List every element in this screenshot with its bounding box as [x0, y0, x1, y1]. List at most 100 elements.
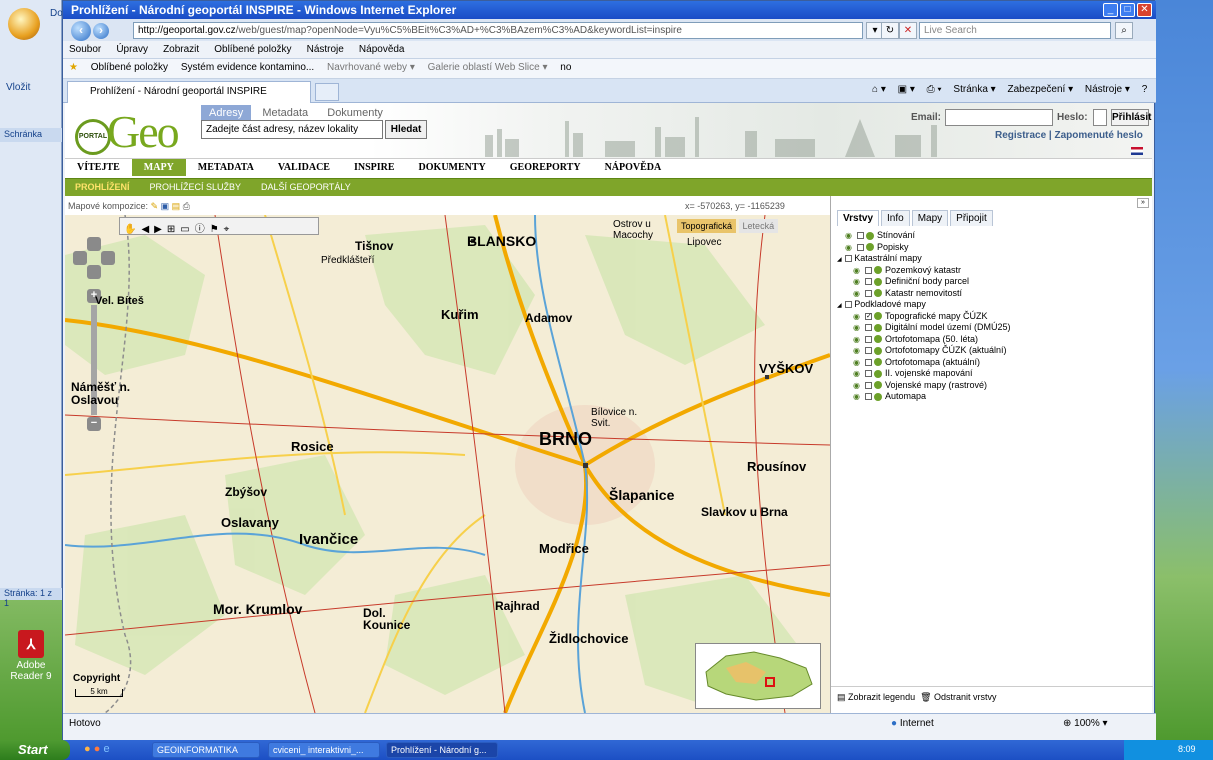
layer-checkbox[interactable]: [857, 232, 864, 240]
back-icon[interactable]: ◀: [141, 224, 154, 235]
refresh-icon[interactable]: ↻: [881, 22, 899, 39]
address-search-input[interactable]: Zadejte část adresy, název lokality: [201, 120, 383, 139]
menu-favorites[interactable]: Oblíbené položky: [214, 44, 291, 55]
address-bar[interactable]: http://geoportal.gov.cz/web/guest/map?op…: [133, 22, 863, 39]
visibility-icon[interactable]: ◉: [853, 312, 863, 321]
password-field[interactable]: [1093, 109, 1107, 126]
english-flag-icon[interactable]: [1131, 147, 1143, 155]
geoportal-logo[interactable]: PORTAL Geo: [75, 106, 195, 157]
favorites-item[interactable]: Systém evidence kontamino...: [181, 62, 314, 73]
tab-layers[interactable]: Vrstvy: [837, 210, 880, 226]
home-icon[interactable]: ⌂ ▾: [872, 84, 886, 95]
subnav-browse[interactable]: PROHLÍŽENÍ: [65, 179, 140, 195]
menu-view[interactable]: Zobrazit: [163, 44, 199, 55]
print-icon[interactable]: ⎙ ▾: [927, 84, 942, 95]
layer-item[interactable]: ◉ Katastr nemovitostí: [837, 288, 1137, 300]
forward-icon[interactable]: ▶: [154, 224, 167, 235]
layer-item[interactable]: ◉ Digitální model území (DMÚ25): [837, 322, 1137, 334]
visibility-icon[interactable]: ◉: [853, 289, 863, 298]
nav-validation[interactable]: VALIDACE: [266, 159, 342, 176]
layer-item[interactable]: ◉ Definiční body parcel: [837, 276, 1137, 288]
star-icon[interactable]: ★: [69, 62, 78, 73]
minimize-button[interactable]: _: [1103, 3, 1118, 17]
forgot-password-link[interactable]: Zapomenuté heslo: [1055, 130, 1143, 141]
adobe-reader-desktop-icon[interactable]: ⅄ Adobe Reader 9: [6, 630, 56, 682]
favorites-item[interactable]: no: [560, 62, 571, 73]
forward-button[interactable]: ›: [93, 23, 109, 39]
layer-item[interactable]: ◉ ✓ Topografické mapy ČÚZK: [837, 311, 1137, 323]
browser-tab[interactable]: Prohlížení - Národní geoportál INSPIRE: [67, 81, 311, 103]
page-menu[interactable]: Stránka ▾: [953, 84, 995, 95]
nav-help[interactable]: NÁPOVĚDA: [593, 159, 674, 176]
office-button[interactable]: [8, 8, 40, 40]
basemap-aerial[interactable]: Letecká: [738, 219, 779, 233]
layer-item[interactable]: ◉ Ortofotomapy ČÚZK (aktuální): [837, 345, 1137, 357]
layer-item[interactable]: ◉ Pozemkový katastr: [837, 265, 1137, 277]
safety-menu[interactable]: Zabezpečení ▾: [1007, 84, 1073, 95]
ie-icon[interactable]: e: [103, 743, 109, 755]
layer-checkbox[interactable]: [845, 255, 853, 263]
layer-checkbox[interactable]: [865, 358, 872, 366]
zoom-box-icon[interactable]: ▭: [180, 224, 194, 235]
paste-button[interactable]: Vložit: [6, 82, 30, 93]
feeds-icon[interactable]: ▣ ▾: [898, 84, 915, 95]
pan-right-button[interactable]: [101, 251, 115, 265]
taskbar-item[interactable]: GEOINFORMATIKA: [152, 742, 260, 758]
stop-icon[interactable]: ✕: [899, 22, 917, 39]
new-tab-button[interactable]: [315, 83, 339, 101]
live-search-input[interactable]: Live Search: [919, 22, 1111, 39]
quick-launch-icon[interactable]: ●: [84, 743, 91, 755]
favorites-item[interactable]: Oblíbené položky: [91, 62, 168, 73]
visibility-icon[interactable]: ◉: [853, 266, 863, 275]
layer-item[interactable]: ◉ Vojenské mapy (rastrové): [837, 380, 1137, 392]
nav-documents[interactable]: DOKUMENTY: [407, 159, 498, 176]
close-button[interactable]: ✕: [1137, 3, 1152, 17]
nav-inspire[interactable]: INSPIRE: [342, 159, 407, 176]
visibility-icon[interactable]: ◉: [853, 369, 863, 378]
nav-metadata[interactable]: METADATA: [186, 159, 266, 176]
visibility-icon[interactable]: ◉: [853, 358, 863, 367]
open-composition-icon[interactable]: ▤: [172, 201, 181, 211]
tab-documents[interactable]: Dokumenty: [319, 105, 391, 121]
register-link[interactable]: Registrace: [995, 130, 1046, 141]
zoom-extent-icon[interactable]: ⊞: [167, 224, 180, 235]
layer-checkbox[interactable]: ✓: [865, 312, 872, 320]
start-button[interactable]: Start: [0, 740, 70, 760]
visibility-icon[interactable]: ◉: [853, 323, 863, 332]
layer-group[interactable]: ◢ Podkladové mapy: [837, 299, 1137, 311]
layer-item[interactable]: ◉ Stínování: [837, 230, 1137, 242]
layer-item[interactable]: ◉ Ortofotomapa (50. léta): [837, 334, 1137, 346]
tab-info[interactable]: Info: [881, 210, 910, 226]
nav-maps[interactable]: MAPY: [131, 159, 186, 176]
layer-checkbox[interactable]: [865, 324, 872, 332]
measure-icon[interactable]: ⌖: [224, 224, 235, 235]
layer-checkbox[interactable]: [865, 289, 872, 297]
favorites-item[interactable]: Galerie oblastí Web Slice ▾: [428, 62, 548, 73]
layer-checkbox[interactable]: [865, 335, 872, 343]
layer-checkbox[interactable]: [857, 243, 864, 251]
zoom-control[interactable]: ⊕ 100% ▾: [1063, 718, 1108, 729]
layer-item[interactable]: ◉ II. vojenské mapování: [837, 368, 1137, 380]
favorites-item[interactable]: Navrhované weby ▾: [327, 62, 415, 73]
tab-maps[interactable]: Mapy: [911, 210, 949, 226]
search-button[interactable]: Hledat: [385, 120, 427, 139]
trash-icon[interactable]: 🗑: [920, 692, 931, 702]
pan-icon[interactable]: ✋: [124, 224, 141, 235]
visibility-icon[interactable]: ◉: [853, 277, 863, 286]
legend-icon[interactable]: ▤: [837, 692, 846, 702]
pan-down-button[interactable]: [87, 265, 101, 279]
menu-tools[interactable]: Nástroje: [307, 44, 344, 55]
menu-help[interactable]: Nápověda: [359, 44, 405, 55]
back-button[interactable]: ‹: [71, 21, 91, 41]
layer-checkbox[interactable]: [865, 266, 872, 274]
email-field[interactable]: [945, 109, 1053, 126]
pan-up-button[interactable]: [87, 237, 101, 251]
visibility-icon[interactable]: ◉: [845, 231, 855, 240]
tab-addresses[interactable]: Adresy: [201, 105, 252, 121]
taskbar-item[interactable]: cviceni_ interaktivni_...: [268, 742, 380, 758]
basemap-topographic[interactable]: Topografická: [677, 219, 737, 233]
login-button[interactable]: Přihlásit: [1111, 109, 1151, 126]
remove-layers-button[interactable]: Odstranit vrstvy: [934, 692, 997, 702]
help-icon[interactable]: ?: [1142, 84, 1148, 95]
visibility-icon[interactable]: ◉: [845, 243, 855, 252]
